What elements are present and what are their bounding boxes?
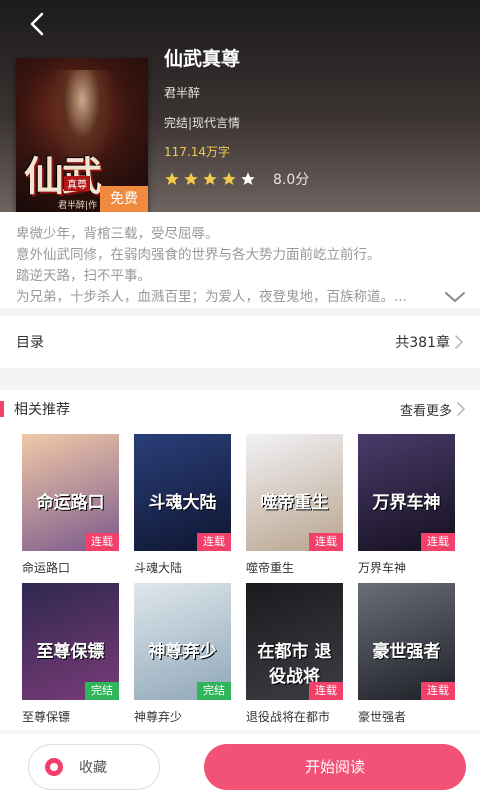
book-author[interactable]: 君半醉 — [164, 84, 309, 101]
status-badge: 连载 — [421, 533, 455, 551]
star-icon — [165, 172, 179, 185]
recommended-cover-title: 在都市 退役战将 — [257, 642, 332, 687]
recommended-book-card[interactable]: 命运路口 连载 命运路口 — [22, 434, 122, 576]
recommended-cover-title: 豪世强者 — [372, 642, 441, 662]
recommendations-header: 相关推荐 查看更多 — [0, 390, 480, 428]
book-status: 完结|现代言情 — [164, 116, 241, 130]
recommendations-title: 相关推荐 — [0, 399, 70, 419]
star-icon — [184, 172, 198, 185]
recommended-book-card[interactable]: 万界车神 连载 万界车神 — [358, 434, 458, 576]
recommended-book-card[interactable]: 豪世强者 连载 豪世强者 — [358, 583, 458, 725]
synopsis-line: 意外仙武同修，在弱肉强食的世界与各大势力面前屹立前行。 — [16, 247, 381, 263]
chapter-count-text: 共381章 — [395, 335, 450, 351]
chapter-count: 共381章 — [395, 332, 464, 352]
free-badge: 免费 — [100, 186, 148, 212]
recommended-book-cover: 神尊弃少完结 — [134, 583, 231, 700]
recommended-book-cover: 万界车神连载 — [358, 434, 455, 551]
recommended-cover-title: 斗魂大陆 — [148, 493, 217, 513]
favorite-icon — [45, 758, 63, 776]
toc-label: 目录 — [16, 335, 44, 351]
start-reading-button[interactable]: 开始阅读 — [204, 744, 466, 790]
word-count: 117.14万字 — [164, 145, 230, 159]
synopsis-line: 为兄弟，十步杀人，血溅百里；为爱人，夜登鬼地，百族称道。... — [16, 289, 407, 305]
expand-chevron-icon[interactable] — [444, 290, 466, 304]
book-title: 仙武真尊 — [164, 48, 241, 70]
cover-title-art: 仙武 — [24, 153, 102, 200]
recommended-book-title: 斗魂大陆 — [134, 561, 183, 575]
cover-stamp: 真尊 — [64, 176, 90, 191]
favorite-label: 收藏 — [79, 760, 107, 776]
rating: 8.0分 — [164, 169, 309, 189]
star-icon — [203, 172, 217, 185]
recommended-book-cover: 至尊保镖完结 — [22, 583, 119, 700]
recommended-book-title: 命运路口 — [22, 561, 71, 575]
recommended-book-card[interactable]: 至尊保镖 完结 至尊保镖 — [22, 583, 122, 725]
see-more-text: 查看更多 — [399, 403, 452, 419]
status-badge: 完结 — [197, 682, 231, 700]
star-icon — [222, 172, 236, 185]
recommended-book-card[interactable]: 神尊弃少 完结 神尊弃少 — [134, 583, 234, 725]
status-badge: 连载 — [421, 682, 455, 700]
accent-bar — [0, 401, 4, 417]
status-badge: 连载 — [197, 533, 231, 551]
recommended-book-title: 豪世强者 — [358, 710, 407, 724]
status-badge: 完结 — [85, 682, 119, 700]
cover-author: 君半醉|作 — [58, 201, 98, 211]
see-more-link[interactable]: 查看更多 — [400, 400, 466, 419]
recommended-book-cover: 噬帝重生连载 — [246, 434, 343, 551]
recommendations-title-text: 相关推荐 — [14, 402, 70, 418]
recommended-book-cover: 豪世强者连载 — [358, 583, 455, 700]
star-icon — [241, 172, 255, 185]
rating-stars — [164, 171, 259, 187]
recommended-cover-title: 至尊保镖 — [36, 642, 105, 662]
recommended-book-card[interactable]: 在都市 退役战将 连载退役战将在都市 — [246, 583, 346, 725]
synopsis-line: 卑微少年，背棺三载，受尽屈辱。 — [16, 226, 219, 242]
rating-score: 8.0分 — [273, 172, 310, 188]
recommended-book-cover: 命运路口连载 — [22, 434, 119, 551]
book-header: 仙武 真尊 君半醉|作 免费 仙武真尊 君半醉 完结|现代言情 117.14万字… — [0, 0, 480, 212]
recommended-cover-title: 噬帝重生 — [260, 493, 329, 513]
recommended-book-title: 至尊保镖 — [22, 710, 71, 724]
recommended-book-card[interactable]: 噬帝重生 连载 噬帝重生 — [246, 434, 346, 576]
table-of-contents-row[interactable]: 目录 共381章 — [0, 316, 480, 368]
recommended-book-cover: 在都市 退役战将 连载 — [246, 583, 343, 700]
status-badge: 连载 — [309, 682, 343, 700]
recommended-book-title: 退役战将在都市 — [246, 710, 331, 724]
favorite-button[interactable]: 收藏 — [28, 744, 160, 790]
recommended-book-title: 万界车神 — [358, 561, 407, 575]
status-badge: 连载 — [85, 533, 119, 551]
book-info: 仙武真尊 君半醉 完结|现代言情 117.14万字 8.0分 — [164, 42, 309, 189]
recommended-cover-title: 神尊弃少 — [148, 642, 217, 662]
chevron-right-icon — [455, 335, 463, 349]
status-badge: 连载 — [309, 533, 343, 551]
recommended-book-title: 神尊弃少 — [134, 710, 183, 724]
recommended-book-title: 噬帝重生 — [246, 561, 295, 575]
synopsis: 卑微少年，背棺三载，受尽屈辱。 意外仙武同修，在弱肉强食的世界与各大势力面前屹立… — [0, 212, 480, 308]
chevron-right-icon — [457, 402, 465, 416]
synopsis-line: 踏逆天路，扫不平事。 — [16, 268, 151, 284]
recommended-book-cover: 斗魂大陆连载 — [134, 434, 231, 551]
recommendations-section: 相关推荐 查看更多 命运路口 连载 命运路口 斗魂大陆 连载 斗魂大陆 噬帝重生 连载 噬帝重生… — [0, 390, 480, 730]
back-arrow-icon[interactable] — [22, 8, 54, 40]
bottom-action-bar: 收藏 开始阅读 — [0, 734, 480, 800]
recommended-book-card[interactable]: 斗魂大陆 连载 斗魂大陆 — [134, 434, 234, 576]
recommended-cover-title: 命运路口 — [36, 493, 105, 513]
recommended-cover-title: 万界车神 — [372, 493, 441, 513]
